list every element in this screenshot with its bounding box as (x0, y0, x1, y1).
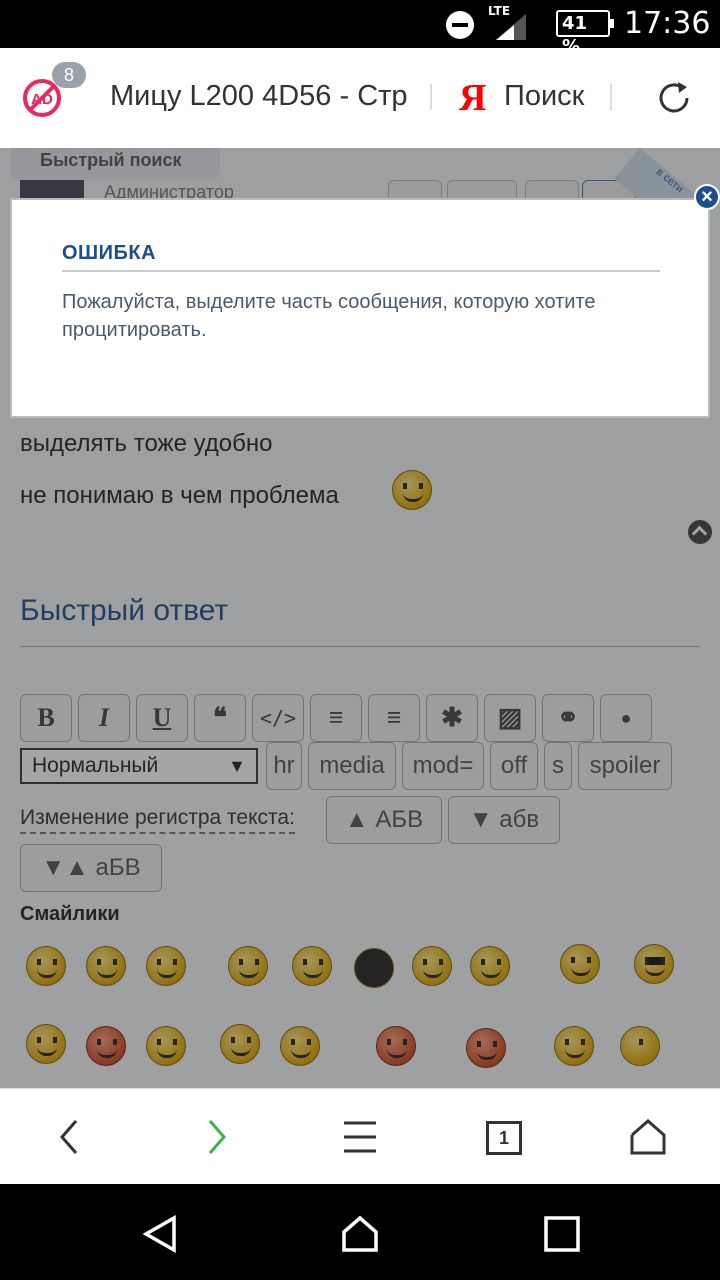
search-button[interactable]: Поиск (504, 80, 584, 113)
divider (430, 84, 432, 110)
reload-icon[interactable] (654, 78, 694, 118)
system-home-icon[interactable] (340, 1214, 380, 1254)
close-icon[interactable]: × (694, 184, 720, 210)
tabs-button[interactable]: 1 (486, 1121, 522, 1155)
browser-top-bar: AD 8 Мицу L200 4D56 - Стр Я Поиск (0, 48, 720, 148)
browser-bottom-bar: 1 (0, 1088, 720, 1184)
status-bar: LTE 41 % 17:36 (0, 0, 720, 57)
error-dialog: ОШИБКА Пожалуйста, выделите часть сообще… (10, 198, 710, 418)
adblock-count-badge: 8 (52, 62, 86, 88)
system-recents-icon[interactable] (542, 1214, 582, 1254)
back-icon[interactable] (50, 1117, 90, 1157)
system-back-icon[interactable] (140, 1214, 180, 1254)
dialog-title: ОШИБКА (62, 242, 157, 264)
clock: 17:36 (624, 6, 711, 41)
system-nav-bar (0, 1184, 720, 1280)
signal-icon (496, 14, 526, 40)
home-icon[interactable] (628, 1117, 668, 1157)
divider (610, 84, 612, 110)
dialog-message: Пожалуйста, выделите часть сообщения, ко… (62, 291, 596, 341)
divider (62, 270, 660, 272)
menu-icon[interactable] (340, 1117, 380, 1157)
yandex-logo[interactable]: Я (459, 76, 486, 120)
forward-icon[interactable] (196, 1117, 236, 1157)
do-not-disturb-icon (446, 11, 474, 39)
battery-indicator: 41 % (556, 10, 614, 57)
page-title[interactable]: Мицу L200 4D56 - Стр (110, 80, 408, 113)
